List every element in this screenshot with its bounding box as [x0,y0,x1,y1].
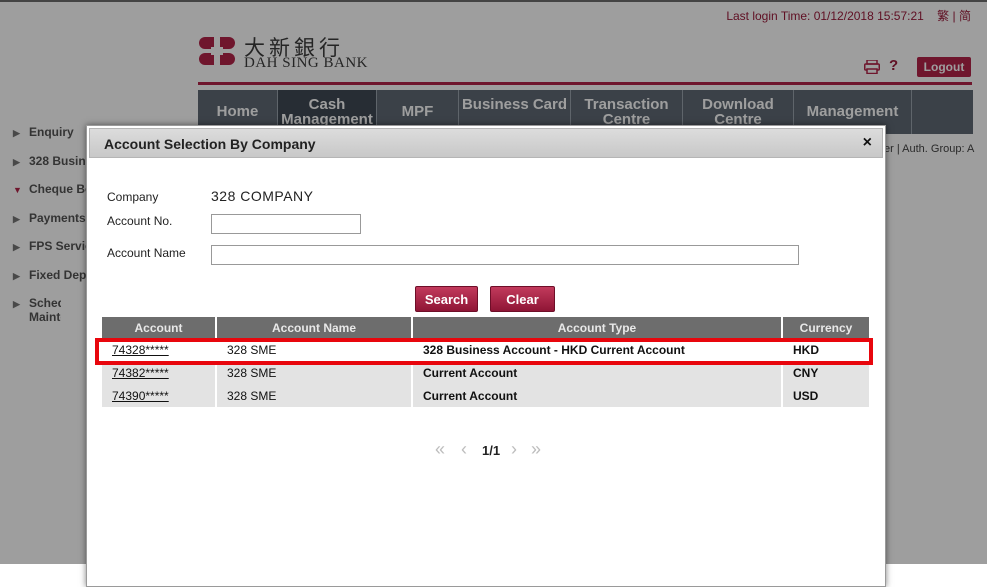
account-name-label: Account Name [107,246,186,260]
search-button[interactable]: Search [415,286,478,312]
last-page-icon[interactable]: » [531,439,541,460]
first-page-icon[interactable]: « [435,439,445,460]
column-header-account: Account [102,317,217,338]
column-header-account-name: Account Name [216,317,413,338]
dialog-title: Account Selection By Company [104,136,316,152]
next-page-icon[interactable]: › [511,439,517,460]
table-header-row: Account Account Name Account Type Curren… [102,317,869,338]
page-indicator: 1/1 [482,443,501,458]
table-row[interactable]: 74390***** 328 SME Current Account USD [102,384,869,407]
company-label: Company [107,190,159,204]
currency-cell: USD [782,384,869,407]
prev-page-icon[interactable]: ‹ [461,439,467,460]
account-name-cell: 328 SME [216,384,413,407]
clear-button[interactable]: Clear [490,286,555,312]
pagination: « ‹ 1/1 › » [427,439,547,462]
company-value: 328 COMPANY [211,188,314,204]
column-header-currency: Currency [782,317,869,338]
dialog-header: Account Selection By Company × [89,128,883,158]
account-type-cell: Current Account [412,384,783,407]
account-no-label: Account No. [107,214,173,228]
account-number-link[interactable]: 74390***** [102,384,217,407]
account-name-input[interactable] [211,245,799,265]
account-no-input[interactable] [211,214,361,234]
column-header-account-type: Account Type [412,317,783,338]
close-icon[interactable]: × [863,134,872,152]
selected-row-highlight [95,338,873,365]
